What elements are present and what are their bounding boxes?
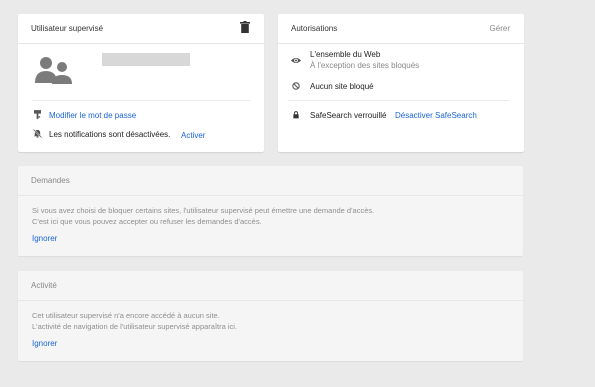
card-title: Demandes (31, 176, 70, 185)
change-password-link[interactable]: Modifier le mot de passe (49, 111, 136, 120)
key-icon (34, 110, 41, 119)
card-title: Autorisations (291, 24, 338, 33)
requests-description-line2: C'est ici que vous pouvez accepter ou re… (32, 217, 262, 226)
divider (32, 100, 250, 101)
blocked-sites-status: Aucun site bloqué (310, 82, 374, 91)
card-header: Autorisations Gérer (278, 14, 524, 44)
manage-link[interactable]: Gérer (490, 24, 510, 33)
activity-card: Activité Cet utilisateur supervisé n'a e… (18, 271, 523, 361)
lock-icon (293, 111, 299, 119)
enable-notifications-link[interactable]: Activer (181, 131, 205, 140)
bell-off-icon (33, 129, 42, 138)
safesearch-status: SafeSearch verrouillé (310, 111, 387, 120)
activity-ignore-link[interactable]: Ignorer (32, 339, 57, 348)
permissions-card: Autorisations Gérer L'ensemble du Web À … (278, 14, 524, 152)
requests-ignore-link[interactable]: Ignorer (32, 234, 57, 243)
card-title: Activité (31, 281, 57, 290)
card-title: Utilisateur supervisé (31, 24, 104, 33)
supervised-user-card: Utilisateur supervisé Modifier le mot de… (18, 14, 264, 152)
trash-icon[interactable] (240, 21, 250, 33)
activity-description-line1: Cet utilisateur supervisé n'a encore acc… (32, 311, 220, 320)
card-header: Demandes (18, 166, 523, 196)
divider (288, 100, 510, 101)
disable-safesearch-link[interactable]: Désactiver SafeSearch (395, 111, 477, 120)
activity-description-line2: L'activité de navigation de l'utilisateu… (32, 322, 238, 331)
requests-card: Demandes Si vous avez choisi de bloquer … (18, 166, 523, 256)
block-icon (292, 82, 300, 90)
eye-icon (291, 58, 301, 63)
requests-description-line1: Si vous avez choisi de bloquer certains … (32, 206, 375, 215)
avatar-icon (35, 57, 72, 84)
card-header: Utilisateur supervisé (18, 14, 264, 44)
card-header: Activité (18, 271, 523, 301)
whole-web-title: L'ensemble du Web (310, 50, 381, 59)
whole-web-subtitle: À l'exception des sites bloqués (310, 61, 420, 70)
notifications-status: Les notifications sont désactivées. (49, 130, 171, 139)
user-name-placeholder (102, 53, 190, 66)
